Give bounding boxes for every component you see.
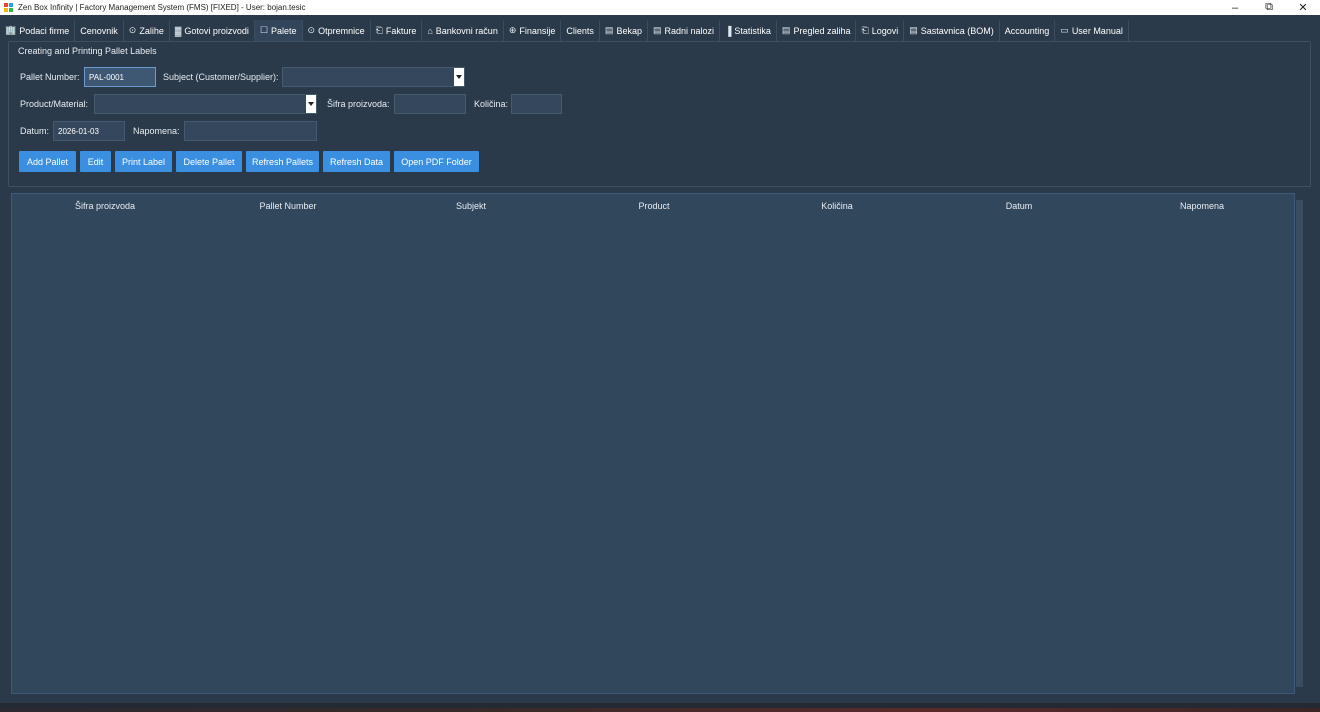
- factory-icon: ▓: [174, 25, 182, 36]
- tab-label: Accounting: [1004, 25, 1050, 36]
- datum-label: Datum:: [20, 126, 50, 136]
- tab-bankovni-racun[interactable]: ⌂ Bankovni račun: [422, 20, 504, 41]
- column-header-sifra[interactable]: Šifra proizvoda: [75, 201, 135, 211]
- tab-fakture[interactable]: ⎗ Fakture: [371, 20, 423, 41]
- section-title: Creating and Printing Pallet Labels: [18, 46, 157, 56]
- package-icon: ⊙: [307, 25, 316, 35]
- tab-label: Cenovnik: [80, 25, 118, 36]
- add-pallet-button[interactable]: Add Pallet: [19, 151, 76, 172]
- list-icon: ▤: [781, 25, 791, 35]
- tab-accounting[interactable]: Accounting: [1000, 20, 1056, 41]
- money-bag-icon: ⊕: [508, 25, 517, 35]
- subject-combobox[interactable]: [282, 67, 465, 87]
- floppy-icon: ▤: [604, 25, 614, 35]
- column-header-subjekt[interactable]: Subjekt: [456, 201, 486, 211]
- tab-zalihe[interactable]: ⊙ Zalihe: [124, 20, 170, 41]
- tab-label: Sastavnica (BOM): [920, 25, 994, 36]
- tab-label: Radni nalozi: [664, 25, 715, 36]
- print-label-button[interactable]: Print Label: [115, 151, 172, 172]
- pallet-icon: ☐: [259, 25, 269, 35]
- kolicina-input[interactable]: [511, 94, 562, 114]
- pallet-number-input[interactable]: PAL-0001: [84, 67, 156, 87]
- tab-clients[interactable]: Clients: [561, 20, 600, 41]
- building-icon: 🏢: [5, 25, 17, 35]
- tab-label: Otpremnice: [318, 25, 365, 36]
- restore-icon[interactable]: ⧉: [1252, 0, 1286, 15]
- sifra-proizvoda-input[interactable]: [394, 94, 466, 114]
- main-tab-bar: 🏢 Podaci firme Cenovnik ⊙ Zalihe ▓ Gotovi p…: [0, 20, 1320, 41]
- column-header-datum[interactable]: Datum: [1006, 201, 1033, 211]
- tab-label: Bekap: [616, 25, 642, 36]
- taskbar-accent: [0, 708, 1320, 712]
- subject-label: Subject (Customer/Supplier):: [163, 72, 279, 82]
- log-icon: ⎗: [861, 25, 869, 35]
- datum-input[interactable]: 2026-01-03: [53, 121, 125, 141]
- tab-label: Fakture: [385, 25, 417, 36]
- delete-pallet-button[interactable]: Delete Pallet: [176, 151, 242, 172]
- tab-label: User Manual: [1071, 25, 1123, 36]
- edit-button[interactable]: Edit: [80, 151, 111, 172]
- product-material-combobox[interactable]: [94, 94, 317, 114]
- bar-chart-icon: ▐: [725, 25, 732, 36]
- tab-label: Finansije: [519, 25, 556, 36]
- chevron-down-icon[interactable]: [454, 68, 464, 86]
- column-header-product[interactable]: Product: [638, 201, 669, 211]
- box-icon: ⊙: [128, 25, 137, 35]
- table-header: Šifra proizvoda Pallet Number Subjekt Pr…: [12, 194, 1296, 218]
- pallet-number-label: Pallet Number:: [20, 72, 80, 82]
- tab-podaci-firme[interactable]: 🏢 Podaci firme: [0, 20, 76, 41]
- product-material-label: Product/Material:: [20, 99, 89, 109]
- tab-statistika[interactable]: ▐ Statistika: [720, 20, 777, 41]
- kolicina-label: Količina:: [474, 99, 509, 109]
- open-pdf-folder-button[interactable]: Open PDF Folder: [394, 151, 479, 172]
- tab-label: Clients: [566, 25, 594, 36]
- minimize-icon[interactable]: –: [1218, 0, 1252, 15]
- tab-label: Pregled zaliha: [793, 25, 851, 36]
- window-titlebar: Zen Box Infinity | Factory Management Sy…: [0, 0, 1320, 15]
- napomena-input[interactable]: [184, 121, 317, 141]
- tab-gotovi-proizvodi[interactable]: ▓ Gotovi proizvodi: [170, 20, 255, 41]
- column-header-napomena[interactable]: Napomena: [1180, 201, 1224, 211]
- tab-label: Gotovi proizvodi: [184, 25, 249, 36]
- close-icon[interactable]: ✕: [1286, 0, 1320, 15]
- sifra-proizvoda-label: Šifra proizvoda:: [327, 99, 390, 109]
- tab-label: Podaci firme: [19, 25, 70, 36]
- napomena-label: Napomena:: [133, 126, 180, 136]
- tab-label: Zalihe: [139, 25, 164, 36]
- invoice-icon: ⎗: [375, 25, 383, 35]
- refresh-data-button[interactable]: Refresh Data: [323, 151, 390, 172]
- tab-radni-nalozi[interactable]: ▤ Radni nalozi: [648, 20, 721, 41]
- tab-logovi[interactable]: ⎗ Logovi: [856, 20, 905, 41]
- tab-label: Logovi: [871, 25, 899, 36]
- column-header-pallet-number[interactable]: Pallet Number: [259, 201, 316, 211]
- clipboard-icon: ▤: [652, 25, 662, 35]
- tab-label: Statistika: [734, 25, 771, 36]
- window-title: Zen Box Infinity | Factory Management Sy…: [18, 3, 306, 12]
- tab-palete[interactable]: ☐ Palete: [254, 20, 303, 41]
- column-header-kolicina[interactable]: Količina: [821, 201, 853, 211]
- tab-label: Palete: [271, 25, 297, 36]
- tab-user-manual[interactable]: ▭ User Manual: [1055, 20, 1129, 41]
- clipboard-icon: ▤: [909, 25, 918, 35]
- chevron-down-icon[interactable]: [306, 95, 316, 113]
- tab-sastavnica-bom[interactable]: ▤ Sastavnica (BOM): [904, 20, 1000, 41]
- app-logo-icon: [4, 3, 13, 12]
- tab-finansije[interactable]: ⊕ Finansije: [504, 20, 562, 41]
- bank-icon: ⌂: [427, 25, 433, 36]
- pallets-table[interactable]: Šifra proizvoda Pallet Number Subjekt Pr…: [11, 193, 1295, 694]
- tab-label: Bankovni račun: [435, 25, 498, 36]
- tab-pregled-zaliha[interactable]: ▤ Pregled zaliha: [777, 20, 857, 41]
- book-icon: ▭: [1060, 25, 1069, 35]
- refresh-pallets-button[interactable]: Refresh Pallets: [246, 151, 319, 172]
- tab-bekap[interactable]: ▤ Bekap: [600, 20, 648, 41]
- table-vertical-scrollbar[interactable]: [1296, 200, 1303, 687]
- tab-cenovnik[interactable]: Cenovnik: [75, 20, 124, 41]
- tab-otpremnice[interactable]: ⊙ Otpremnice: [303, 20, 371, 41]
